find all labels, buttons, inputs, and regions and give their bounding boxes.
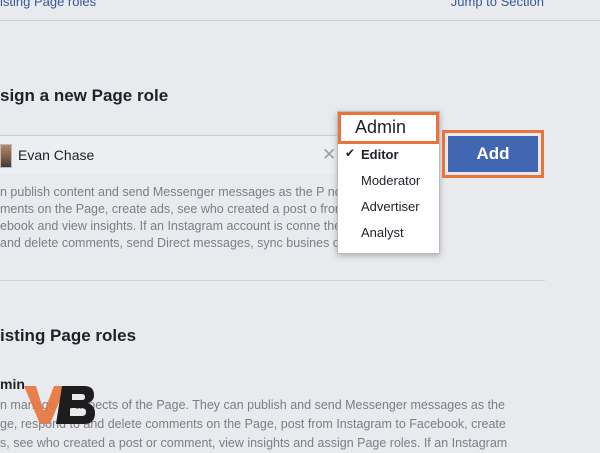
jump-to-section-link[interactable]: Jump to Section [451,0,544,9]
role-description: n publish content and send Messenger mes… [0,184,545,252]
user-input-row[interactable]: Evan Chase ✕ [0,135,342,174]
user-name: Evan Chase [18,147,95,163]
avatar [0,144,12,168]
clear-icon[interactable]: ✕ [322,145,336,165]
role-option-label: Editor [361,147,399,162]
watermark-logo [24,386,95,424]
role-option-label: Advertiser [361,199,420,214]
role-option-editor[interactable]: ✔ Editor [338,143,439,167]
role-description-line: ments on the Page, create ads, see who c… [0,202,419,216]
role-option-label: Moderator [361,173,421,188]
section-divider [0,280,545,281]
role-description-line: n publish content and send Messenger mes… [0,185,380,199]
role-option-advertiser[interactable]: Advertiser [338,195,439,219]
existing-roles-title: isting Page roles [0,326,137,345]
admin-description-line: s, see who created a post or comment, vi… [0,436,508,450]
role-description-line: ebook and view insights. If an Instagram… [0,219,420,233]
role-option-moderator[interactable]: Moderator [338,169,439,193]
role-option-label: Analyst [361,225,404,240]
assign-role-title: sign a new Page role [0,86,169,105]
top-bar: isting Page roles Jump to Section [0,0,600,21]
top-bar-left-text[interactable]: isting Page roles [0,0,96,9]
add-button[interactable]: Add [448,136,538,172]
role-option-admin[interactable]: Admin [338,112,439,144]
role-option-admin-label: Admin [355,117,407,137]
add-button-highlight: Add [442,130,544,178]
role-dropdown-menu[interactable]: Admin ✔ Editor Moderator Advertiser Anal… [337,111,440,254]
role-description-line: and delete comments, send Direct message… [0,236,395,250]
checkmark-icon: ✔ [345,146,356,160]
role-option-analyst[interactable]: Analyst [338,221,439,245]
